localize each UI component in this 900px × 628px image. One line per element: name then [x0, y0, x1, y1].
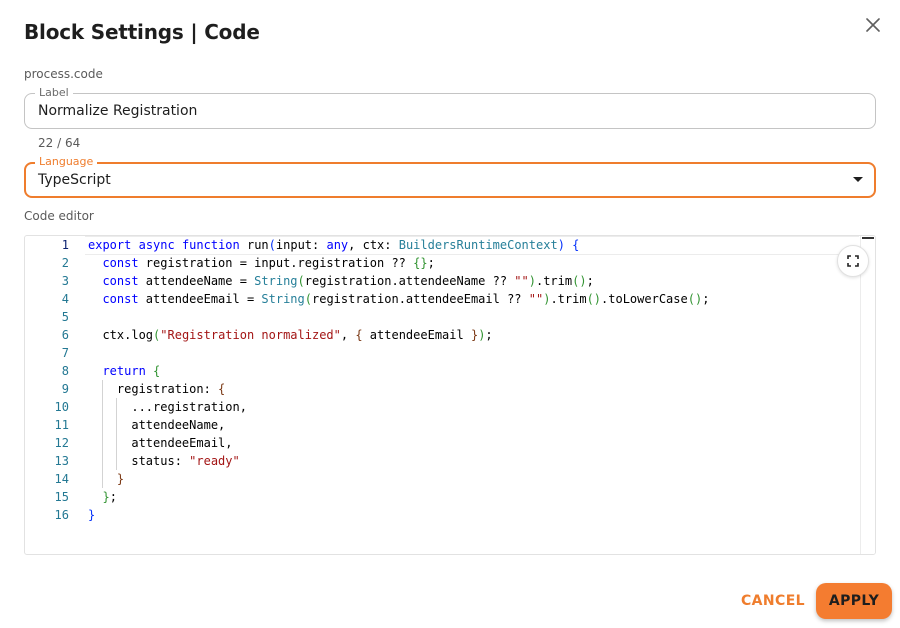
- label-field[interactable]: Label Normalize Registration: [24, 86, 876, 129]
- block-settings-dialog: Block Settings | Code process.code Label…: [0, 0, 900, 628]
- code-line: return {: [102, 364, 161, 378]
- code-line: attendeeName,: [88, 418, 226, 432]
- cancel-button[interactable]: CANCEL: [738, 587, 808, 615]
- line-number: 7: [61, 346, 69, 360]
- line-number: 14: [54, 472, 69, 486]
- code-editor-caption: Code editor: [24, 209, 94, 223]
- code-line: const registration = input.registration …: [102, 256, 435, 270]
- line-number: 2: [61, 256, 69, 270]
- language-selected-value[interactable]: TypeScript: [38, 163, 111, 197]
- line-number: 11: [54, 418, 69, 432]
- code-line: status: "ready": [88, 454, 240, 468]
- close-icon: [866, 18, 880, 32]
- code-line: }: [116, 472, 125, 486]
- code-line: registration: {: [88, 382, 226, 396]
- block-id: process.code: [24, 67, 103, 81]
- line-number: 1: [61, 238, 69, 252]
- line-number: 13: [54, 454, 69, 468]
- line-number: 9: [61, 382, 69, 396]
- code-line: export async function run(input: any, ct…: [88, 238, 580, 252]
- code-line: ...registration,: [88, 400, 247, 414]
- code-line: attendeeEmail,: [88, 436, 233, 450]
- line-number: 5: [61, 310, 69, 324]
- editor-scrollbar[interactable]: [860, 236, 875, 554]
- line-number: 16: [54, 508, 69, 522]
- line-number: 12: [54, 436, 69, 450]
- code-line: }: [88, 508, 96, 522]
- apply-button[interactable]: APPLY: [816, 583, 892, 619]
- line-number: 8: [61, 364, 69, 378]
- line-number: 6: [61, 328, 69, 342]
- dropdown-caret-icon[interactable]: [853, 177, 863, 182]
- label-char-counter: 22 / 64: [38, 136, 81, 150]
- line-number: 10: [54, 400, 69, 414]
- code-editor[interactable]: 1 2 3 4 5 6 7 8 9 10 11 12 13 14 15 16 e…: [24, 235, 876, 555]
- code-line: };: [102, 490, 117, 504]
- line-number: 4: [61, 292, 69, 306]
- line-number: 3: [61, 274, 69, 288]
- code-line: ctx.log("Registration normalized", { att…: [88, 328, 493, 342]
- language-select[interactable]: Language TypeScript: [24, 155, 876, 198]
- label-input[interactable]: Normalize Registration: [38, 94, 197, 128]
- dialog-title: Block Settings | Code: [24, 20, 260, 44]
- code-line: const attendeeEmail = String(registratio…: [102, 292, 710, 306]
- fullscreen-button[interactable]: [837, 245, 869, 277]
- fullscreen-icon: [847, 255, 859, 267]
- code-line: const attendeeName = String(registration…: [102, 274, 594, 288]
- close-button[interactable]: [862, 14, 884, 36]
- line-number: 15: [54, 490, 69, 504]
